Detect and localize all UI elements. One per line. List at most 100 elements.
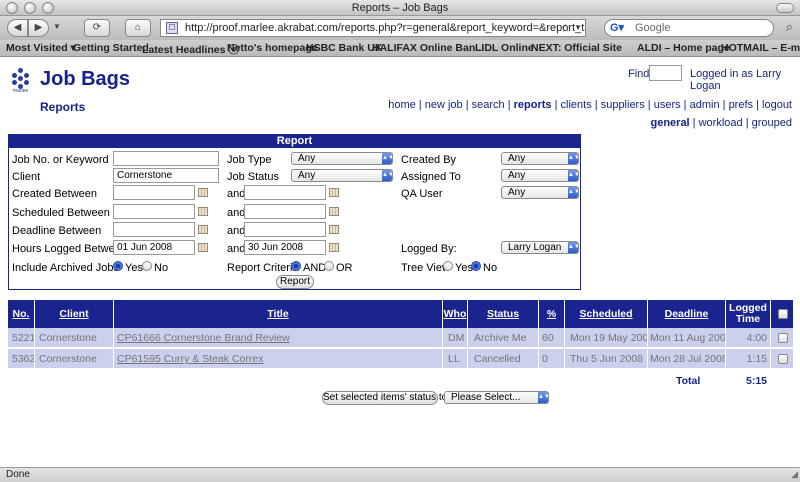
home-button[interactable]: ⌂ bbox=[125, 19, 151, 37]
scheduled-and-label: and bbox=[227, 207, 246, 219]
col-who-header[interactable]: Who bbox=[443, 300, 468, 328]
calendar-icon[interactable] bbox=[329, 188, 339, 197]
logged-in-status: Logged in as Larry Logan bbox=[690, 68, 782, 92]
hours-to-input[interactable]: 30 Jun 2008 bbox=[244, 240, 326, 255]
row-client: Cornerstone bbox=[35, 328, 114, 348]
subnav-general[interactable]: general bbox=[650, 117, 689, 129]
tree-view-yes-radio[interactable] bbox=[443, 261, 453, 271]
scheduled-to-input[interactable] bbox=[244, 204, 326, 219]
nav-search[interactable]: search bbox=[472, 99, 505, 111]
nav-admin[interactable]: admin bbox=[690, 99, 720, 111]
subnav-grouped[interactable]: grouped bbox=[752, 117, 792, 129]
nav-clients[interactable]: clients bbox=[561, 99, 592, 111]
col-client-header[interactable]: Client bbox=[35, 300, 114, 328]
calendar-icon[interactable] bbox=[198, 225, 208, 234]
logged-by-label: Logged By: bbox=[401, 243, 457, 255]
close-window-button[interactable] bbox=[6, 2, 18, 14]
criteria-and-radio[interactable] bbox=[291, 261, 301, 271]
nav-prefs[interactable]: prefs bbox=[729, 99, 753, 111]
nav-reports[interactable]: reports bbox=[514, 99, 552, 111]
bookmark-hsbc[interactable]: HSBC Bank UK bbox=[306, 42, 382, 54]
job-status-select[interactable]: Any ▲▼ bbox=[291, 169, 393, 182]
bulk-status-select[interactable]: Please Select... ▲▼ bbox=[444, 391, 549, 404]
google-engine-icon[interactable]: G▾ bbox=[610, 21, 624, 35]
qa-user-select[interactable]: Any ▲▼ bbox=[501, 186, 579, 199]
nav-logout[interactable]: logout bbox=[762, 99, 792, 111]
col-title-header[interactable]: Title bbox=[114, 300, 443, 328]
nav-suppliers[interactable]: suppliers bbox=[601, 99, 645, 111]
find-input[interactable] bbox=[649, 65, 682, 81]
calendar-icon[interactable] bbox=[329, 207, 339, 216]
url-bar[interactable]: ☐ http://proof.marlee.akrabat.com/report… bbox=[160, 19, 586, 37]
col-pct-header[interactable]: % bbox=[539, 300, 565, 328]
bookmark-netto[interactable]: Netto's homepage bbox=[227, 42, 318, 54]
row-select-checkbox[interactable] bbox=[778, 354, 788, 364]
bookmark-next[interactable]: NEXT: Official Site bbox=[531, 42, 622, 54]
assigned-to-select[interactable]: Any ▲▼ bbox=[501, 169, 579, 182]
history-dropdown-icon[interactable]: ▼ bbox=[51, 19, 63, 37]
nav-home[interactable]: home bbox=[388, 99, 416, 111]
col-status-header[interactable]: Status bbox=[468, 300, 539, 328]
created-from-input[interactable] bbox=[113, 185, 195, 200]
include-archived-yes-radio[interactable] bbox=[113, 261, 123, 271]
logged-by-select[interactable]: Larry Logan ▲▼ bbox=[501, 241, 579, 254]
created-to-input[interactable] bbox=[244, 185, 326, 200]
criteria-or-radio[interactable] bbox=[324, 261, 334, 271]
bookmark-latest-headlines[interactable]: Latest Headlines ⓢ bbox=[142, 42, 239, 56]
job-no-input[interactable] bbox=[113, 151, 219, 166]
calendar-icon[interactable] bbox=[198, 207, 208, 216]
row-status: Archive Me bbox=[468, 328, 539, 348]
col-scheduled-header[interactable]: Scheduled bbox=[565, 300, 648, 328]
calendar-icon[interactable] bbox=[198, 188, 208, 197]
tree-view-no-radio[interactable] bbox=[471, 261, 481, 271]
include-archived-label: Include Archived Jobs bbox=[12, 262, 120, 274]
toolbar-toggle-button[interactable] bbox=[776, 3, 794, 13]
nav-new-job[interactable]: new job bbox=[425, 99, 463, 111]
created-by-select[interactable]: Any ▲▼ bbox=[501, 152, 579, 165]
calendar-icon[interactable] bbox=[329, 243, 339, 252]
set-status-button[interactable]: Set selected items' status to: bbox=[322, 391, 450, 405]
bookmark-most-visited[interactable]: Most Visited ▾ bbox=[6, 42, 76, 54]
bookmark-hotmail[interactable]: HOTMAIL – E-mail bbox=[721, 42, 800, 54]
report-submit-button[interactable]: Report bbox=[276, 275, 314, 289]
client-input[interactable]: Cornerstone bbox=[113, 168, 219, 183]
resize-grip-icon[interactable]: ◢ bbox=[791, 467, 798, 481]
row-pct: 0 bbox=[539, 349, 565, 369]
bookmark-halifax[interactable]: HALIFAX Online Ban... bbox=[372, 42, 484, 54]
select-arrows-icon: ▲▼ bbox=[568, 242, 578, 253]
include-archived-no-radio[interactable] bbox=[142, 261, 152, 271]
col-deadline-header[interactable]: Deadline bbox=[648, 300, 726, 328]
subnav-workload[interactable]: workload bbox=[699, 117, 743, 129]
back-button[interactable]: ◀ bbox=[7, 19, 28, 37]
search-bar[interactable]: G▾ Google ⌕ bbox=[604, 19, 793, 37]
site-identity-icon[interactable]: ☐ bbox=[166, 22, 178, 34]
reload-button[interactable]: ⟳ bbox=[84, 19, 110, 37]
row-title-link[interactable]: CP61666 Cornerstone Brand Review bbox=[114, 328, 443, 348]
row-scheduled: Mon 19 May 2008 bbox=[565, 328, 648, 348]
bookmark-star-icon[interactable]: ☆ bbox=[560, 20, 571, 36]
search-icon[interactable]: ⌕ bbox=[786, 19, 793, 35]
nav-users[interactable]: users bbox=[654, 99, 681, 111]
select-all-checkbox[interactable] bbox=[778, 309, 788, 319]
col-no-header[interactable]: No. bbox=[8, 300, 35, 328]
deadline-from-input[interactable] bbox=[113, 222, 195, 237]
job-type-select[interactable]: Any ▲▼ bbox=[291, 152, 393, 165]
bookmark-getting-started[interactable]: Getting Started bbox=[73, 42, 149, 54]
calendar-icon[interactable] bbox=[329, 225, 339, 234]
scheduled-from-input[interactable] bbox=[113, 204, 195, 219]
bookmark-lidl[interactable]: LIDL Online bbox=[475, 42, 534, 54]
select-arrows-icon: ▲▼ bbox=[568, 187, 578, 198]
bookmark-aldi[interactable]: ALDI – Home page bbox=[637, 42, 730, 54]
row-select-checkbox[interactable] bbox=[778, 333, 788, 343]
forward-button[interactable]: ▶ bbox=[28, 19, 49, 37]
select-arrows-icon: ▲▼ bbox=[568, 170, 578, 181]
deadline-to-input[interactable] bbox=[244, 222, 326, 237]
window-titlebar: Reports – Job Bags bbox=[0, 0, 800, 16]
calendar-icon[interactable] bbox=[198, 243, 208, 252]
minimize-window-button[interactable] bbox=[24, 2, 36, 14]
row-title-link[interactable]: CP61595 Curry & Steak Correx bbox=[114, 349, 443, 369]
zoom-window-button[interactable] bbox=[42, 2, 54, 14]
url-dropdown-icon[interactable]: ▼ bbox=[574, 20, 582, 36]
created-by-label: Created By bbox=[401, 154, 457, 166]
hours-from-input[interactable]: 01 Jun 2008 bbox=[113, 240, 195, 255]
